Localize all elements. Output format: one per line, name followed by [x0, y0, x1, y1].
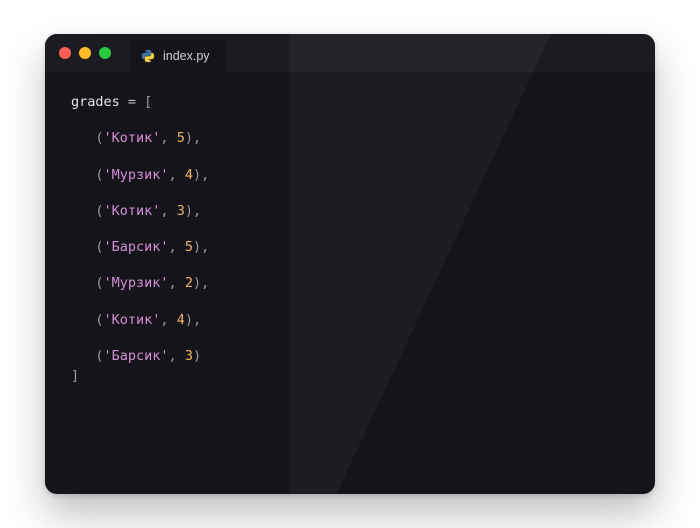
comma-sep: ,: [160, 203, 176, 219]
number-literal: 4: [185, 167, 193, 183]
tab-index-py[interactable]: index.py: [129, 40, 226, 72]
paren-close: ),: [193, 239, 209, 255]
bracket-open: [: [144, 94, 152, 110]
python-file-icon: [141, 49, 155, 63]
tab-label: index.py: [163, 49, 210, 63]
variable-name: grades: [71, 94, 120, 110]
editor-window: index.py grades = [ ('Котик', 5),('Мурзи…: [45, 34, 655, 494]
paren-open: (: [95, 275, 103, 291]
comma-sep: ,: [169, 167, 185, 183]
code-line: ('Мурзик', 2),: [71, 273, 629, 293]
code-line: ]: [71, 366, 629, 386]
string-literal: 'Котик': [104, 312, 161, 328]
code-line: ('Барсик', 3): [71, 346, 629, 366]
comma-sep: ,: [169, 239, 185, 255]
titlebar: index.py: [45, 34, 655, 72]
paren-close: ),: [185, 312, 201, 328]
minimize-icon[interactable]: [79, 47, 91, 59]
code-editor[interactable]: grades = [ ('Котик', 5),('Мурзик', 4),('…: [45, 72, 655, 406]
code-line: ('Котик', 4),: [71, 310, 629, 330]
bracket-close: ]: [71, 368, 79, 384]
code-line: ('Котик', 5),: [71, 128, 629, 148]
paren-close: ),: [185, 130, 201, 146]
comma-sep: ,: [169, 275, 185, 291]
paren-open: (: [95, 167, 103, 183]
string-literal: 'Котик': [104, 203, 161, 219]
number-literal: 5: [177, 130, 185, 146]
paren-close: ): [193, 348, 201, 364]
number-literal: 5: [185, 239, 193, 255]
paren-open: (: [95, 312, 103, 328]
comma-sep: ,: [160, 312, 176, 328]
number-literal: 3: [185, 348, 193, 364]
paren-close: ),: [193, 167, 209, 183]
paren-open: (: [95, 130, 103, 146]
paren-open: (: [95, 348, 103, 364]
comma-sep: ,: [169, 348, 185, 364]
string-literal: 'Мурзик': [104, 275, 169, 291]
string-literal: 'Котик': [104, 130, 161, 146]
code-line: ('Котик', 3),: [71, 201, 629, 221]
paren-close: ),: [185, 203, 201, 219]
number-literal: 3: [177, 203, 185, 219]
window-controls: [59, 47, 111, 59]
close-icon[interactable]: [59, 47, 71, 59]
string-literal: 'Барсик': [104, 348, 169, 364]
string-literal: 'Мурзик': [104, 167, 169, 183]
paren-open: (: [95, 203, 103, 219]
code-line: ('Мурзик', 4),: [71, 165, 629, 185]
number-literal: 2: [185, 275, 193, 291]
paren-open: (: [95, 239, 103, 255]
string-literal: 'Барсик': [104, 239, 169, 255]
number-literal: 4: [177, 312, 185, 328]
paren-close: ),: [193, 275, 209, 291]
zoom-icon[interactable]: [99, 47, 111, 59]
code-line: grades = [: [71, 92, 629, 112]
assign-op: =: [120, 94, 144, 110]
comma-sep: ,: [160, 130, 176, 146]
code-line: ('Барсик', 5),: [71, 237, 629, 257]
